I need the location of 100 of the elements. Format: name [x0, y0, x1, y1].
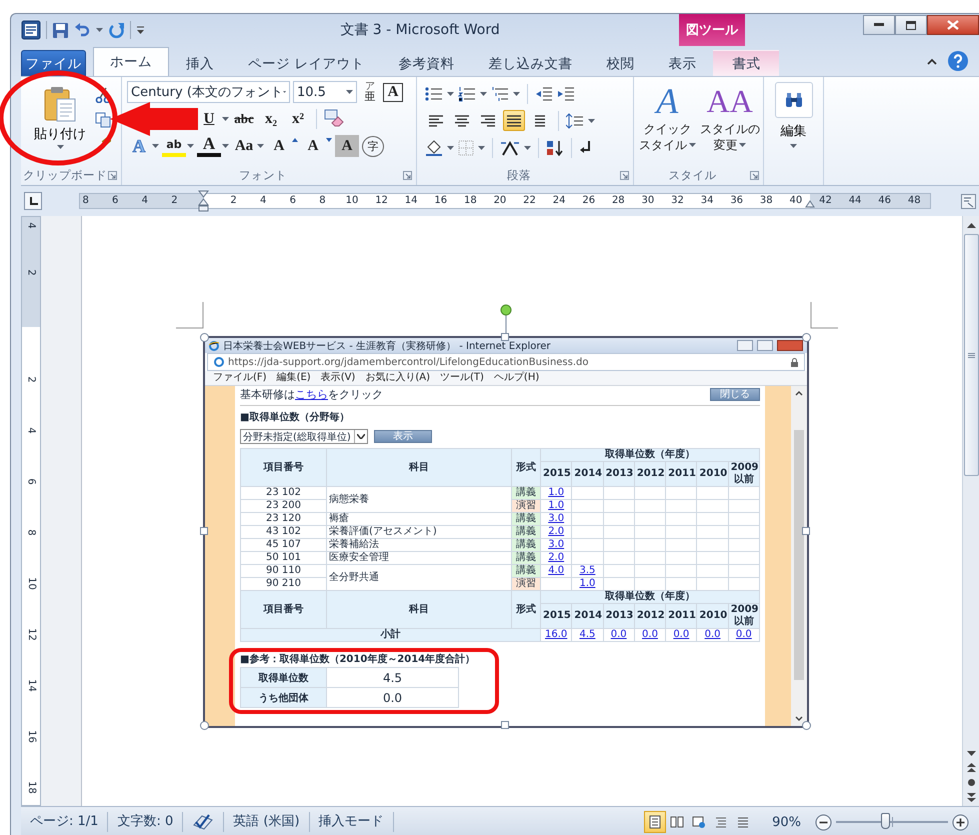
zoom-slider-thumb[interactable] [880, 813, 890, 829]
decrease-indent-icon[interactable] [535, 86, 553, 102]
view-button[interactable] [644, 811, 666, 833]
language-indicator[interactable]: 英語 (米国) [224, 812, 310, 832]
menu-item[interactable]: 表示(V) [316, 371, 360, 385]
scissors-icon[interactable] [95, 87, 111, 103]
sort-icon[interactable] [546, 140, 564, 156]
rotation-handle[interactable] [500, 304, 512, 336]
bullets-icon[interactable] [425, 86, 443, 102]
paint-bucket-icon[interactable] [425, 140, 443, 156]
format-button[interactable]: A [267, 135, 298, 157]
ruler-number: 12 [26, 628, 36, 641]
format-button[interactable]: U [197, 108, 229, 130]
screenshot-image[interactable] [203, 336, 809, 728]
vertical-ruler[interactable]: 4 2 2 4 6 8 10 12 14 16 18 [21, 216, 41, 806]
zoom-out-icon[interactable] [815, 814, 832, 830]
proofing-icon[interactable] [192, 813, 214, 831]
line-spacing-icon[interactable] [566, 112, 584, 128]
previous-page-icon[interactable] [966, 763, 976, 772]
scroll-up-icon[interactable] [966, 222, 976, 228]
format-button[interactable]: abc [232, 108, 256, 130]
indent-marker-icon[interactable] [198, 190, 209, 212]
scrollbar[interactable] [791, 386, 807, 726]
scroll-down-icon[interactable] [966, 751, 976, 757]
app-icon[interactable] [21, 20, 41, 40]
menu-item[interactable]: お気に入り(A) [361, 371, 434, 385]
zoom-level-button[interactable]: 90% [772, 814, 801, 830]
maximize-button[interactable] [895, 15, 927, 35]
paragraph-mark-icon[interactable] [579, 140, 593, 156]
horizontal-ruler[interactable]: 8 6 4 2 2 4 6 8 10 12 14 16 18 20 22 24 26 28 30 32 34 36 38 40 42 44 46 48 [79, 193, 931, 209]
redo-icon[interactable] [108, 22, 125, 38]
ribbon-tab[interactable]: 校閲 [589, 50, 652, 76]
ribbon-tab[interactable]: 挿入 [169, 50, 231, 76]
format-button[interactable]: Aa [232, 135, 264, 157]
menu-item[interactable]: ファイル(F) [209, 371, 271, 385]
word-count[interactable]: 文字数: 0 [108, 812, 184, 832]
format-button[interactable]: A [197, 135, 229, 157]
tab-selector-button[interactable] [24, 192, 42, 210]
help-icon[interactable] [947, 50, 969, 72]
format-button[interactable]: A [335, 135, 359, 157]
ribbon-tab[interactable]: 参考資料 [381, 50, 472, 76]
ribbon-tab[interactable]: ページ レイアウト [231, 50, 382, 76]
resize-handle[interactable] [501, 333, 509, 341]
format-button[interactable]: x² [286, 108, 310, 130]
column-header: 2011 [666, 462, 697, 486]
collapse-ribbon-icon[interactable] [927, 58, 937, 64]
font-name-field[interactable]: Century (本文のフォント [127, 81, 290, 103]
increase-indent-icon[interactable] [557, 86, 575, 102]
address-bar[interactable]: https://jda-support.org/jdamembercontrol/LifelongEducationBusiness.do [207, 353, 805, 371]
resize-handle[interactable] [200, 720, 208, 730]
next-page-icon[interactable] [966, 793, 976, 802]
format-button[interactable]: A [383, 82, 403, 102]
link[interactable]: こちら [295, 388, 328, 400]
save-icon[interactable] [52, 22, 69, 38]
ribbon-tab[interactable]: ホーム [93, 47, 169, 76]
dialog-launcher-icon[interactable] [620, 171, 629, 180]
minimize-button[interactable] [863, 15, 895, 35]
ribbon-tab[interactable]: 書式 [713, 50, 780, 76]
ribbon-tab[interactable]: 差し込み文書 [471, 50, 590, 76]
text-spacing-icon[interactable] [500, 140, 520, 156]
scroll-down-icon[interactable] [795, 716, 803, 722]
dialog-launcher-icon[interactable] [750, 171, 759, 180]
scrollbar[interactable] [962, 216, 979, 806]
indent-marker-icon[interactable] [805, 200, 815, 208]
menu-item[interactable]: ヘルプ(H) [490, 371, 544, 385]
numbering-icon[interactable] [458, 86, 476, 102]
font-size-field[interactable]: 10.5 [293, 81, 357, 103]
scroll-up-icon[interactable] [795, 390, 803, 396]
resize-handle[interactable] [501, 721, 509, 729]
menu-item[interactable]: 編集(E) [272, 371, 315, 385]
phonetic-guide-button[interactable]: ア 亜 [360, 81, 380, 103]
category-dropdown[interactable]: 分野未指定(総取得単位) [240, 429, 368, 444]
browse-object-icon[interactable] [966, 778, 976, 787]
format-button[interactable]: A [301, 135, 332, 157]
copy-icon[interactable] [95, 112, 111, 128]
dialog-launcher-icon[interactable] [108, 171, 117, 180]
customize-icon[interactable] [136, 25, 145, 35]
dialog-launcher-icon[interactable] [403, 171, 412, 180]
resize-handle[interactable] [200, 527, 208, 535]
zoom-in-icon[interactable] [952, 814, 969, 830]
ribbon-tab[interactable]: 表示 [651, 50, 714, 76]
style-button[interactable]: AA スタイルの 変更 [698, 81, 761, 165]
align-button[interactable] [503, 110, 525, 131]
clear-format-icon[interactable] [323, 109, 345, 129]
editing-button[interactable]: 編集 [764, 82, 823, 148]
style-button[interactable]: A クイック スタイル [636, 81, 698, 165]
resize-handle[interactable] [802, 527, 810, 535]
format-button[interactable]: x₂ [259, 108, 283, 130]
page-count[interactable]: ページ: 1/1 [21, 812, 108, 832]
resize-handle[interactable] [200, 332, 208, 342]
format-button[interactable]: 字 [362, 135, 384, 157]
ruler-number: 6 [290, 194, 296, 208]
close-button[interactable] [927, 15, 979, 35]
undo-icon[interactable] [74, 22, 91, 38]
format-button[interactable]: ab [162, 135, 194, 157]
ruler-toggle-icon[interactable] [961, 194, 976, 208]
insert-mode-indicator[interactable]: 挿入モード [310, 812, 394, 832]
multilevel-list-icon[interactable] [491, 86, 509, 102]
menu-item[interactable]: ツール(T) [436, 371, 488, 385]
resize-handle[interactable] [802, 332, 810, 342]
